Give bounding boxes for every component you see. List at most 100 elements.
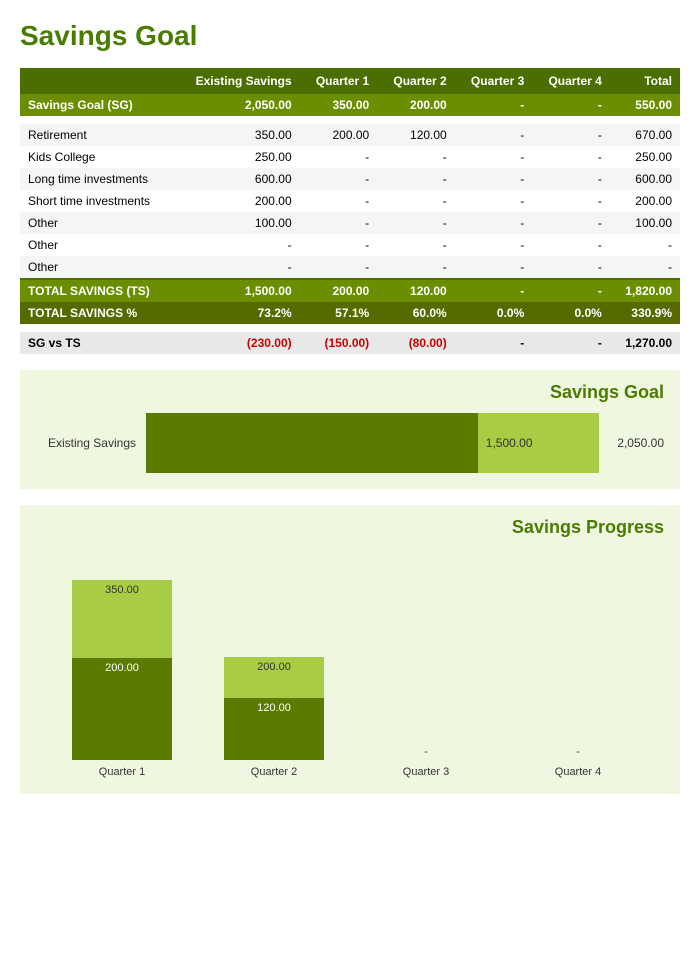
q3-axis-label: Quarter 3 (403, 766, 449, 778)
table-row: Long time investments 600.00 - - - - 600… (20, 168, 680, 190)
row-q3: - (455, 190, 533, 212)
sg-label: Savings Goal (SG) (20, 94, 174, 116)
total-existing: 1,500.00 (174, 280, 299, 302)
row-existing: 600.00 (174, 168, 299, 190)
q2-axis-label: Quarter 2 (251, 766, 297, 778)
col-header-q4: Quarter 4 (532, 68, 610, 94)
q3-bar-container: - (376, 580, 476, 760)
row-total: - (610, 256, 680, 278)
row-q2: - (377, 256, 455, 278)
sg-q2: 200.00 (377, 94, 455, 116)
row-label: Kids College (20, 146, 174, 168)
total-q3: - (455, 280, 533, 302)
row-q4: - (532, 124, 610, 146)
row-q1: - (300, 212, 378, 234)
q1-goal-label: 350.00 (105, 584, 139, 596)
q3-goal-label: - (424, 744, 428, 758)
total-label: TOTAL SAVINGS (TS) (20, 280, 174, 302)
vertical-bar-chart: 350.00 200.00 Quarter 1 200.00 120.00 Qu… (36, 558, 664, 778)
row-q4: - (532, 234, 610, 256)
row-q2: - (377, 190, 455, 212)
sg-vs-ts-row: SG vs TS (230.00) (150.00) (80.00) - - 1… (20, 332, 680, 354)
row-q2: - (377, 234, 455, 256)
sg-q4: - (532, 94, 610, 116)
row-q2: - (377, 168, 455, 190)
savings-goal-chart: Savings Goal Existing Savings 1,500.00 2… (20, 370, 680, 489)
bar-chart-label: Existing Savings (36, 436, 136, 450)
q1-actual-bar: 200.00 (72, 658, 172, 760)
row-q1: - (300, 190, 378, 212)
q2-actual-bar: 120.00 (224, 698, 324, 760)
row-existing: - (174, 234, 299, 256)
q3-dash: - (424, 580, 428, 760)
sgvsts-existing: (230.00) (174, 332, 299, 354)
row-q2: 120.00 (377, 124, 455, 146)
bar-filled (146, 413, 478, 473)
row-q1: - (300, 234, 378, 256)
savings-goal-chart-title: Savings Goal (36, 382, 664, 403)
row-q1: - (300, 146, 378, 168)
row-q2: - (377, 146, 455, 168)
row-label: Other (20, 212, 174, 234)
row-label: Short time investments (20, 190, 174, 212)
row-q1: - (300, 256, 378, 278)
q4-axis-label: Quarter 4 (555, 766, 601, 778)
q4-bar-container: - (528, 580, 628, 760)
q4-dash: - (576, 580, 580, 760)
pct-q1: 57.1% (300, 302, 378, 324)
sgvsts-q4: - (532, 332, 610, 354)
table-row: Other - - - - - - (20, 256, 680, 278)
savings-progress-chart: Savings Progress 350.00 200.00 Quarter 1… (20, 505, 680, 794)
table-row: Other - - - - - - (20, 234, 680, 256)
bar-total-value: 2,050.00 (617, 436, 664, 450)
total-total: 1,820.00 (610, 280, 680, 302)
col-header-category (20, 68, 174, 94)
row-q3: - (455, 234, 533, 256)
table-row: Retirement 350.00 200.00 120.00 - - 670.… (20, 124, 680, 146)
row-q4: - (532, 190, 610, 212)
row-existing: 100.00 (174, 212, 299, 234)
table-header-row: Existing Savings Quarter 1 Quarter 2 Qua… (20, 68, 680, 94)
row-total: 600.00 (610, 168, 680, 190)
savings-progress-title: Savings Progress (36, 517, 664, 538)
row-q4: - (532, 146, 610, 168)
table-row: Short time investments 200.00 - - - - 20… (20, 190, 680, 212)
blank-row (20, 116, 680, 124)
row-q1: 200.00 (300, 124, 378, 146)
row-label: Other (20, 256, 174, 278)
q1-bar-container: 350.00 200.00 (72, 580, 172, 760)
total-q2: 120.00 (377, 280, 455, 302)
col-header-q1: Quarter 1 (300, 68, 378, 94)
row-label: Retirement (20, 124, 174, 146)
row-q3: - (455, 256, 533, 278)
row-q3: - (455, 168, 533, 190)
bar-track: 1,500.00 (146, 413, 599, 473)
savings-table: Existing Savings Quarter 1 Quarter 2 Qua… (20, 68, 680, 354)
col-header-total: Total (610, 68, 680, 94)
row-total: 670.00 (610, 124, 680, 146)
row-total: 100.00 (610, 212, 680, 234)
sgvsts-total: 1,270.00 (610, 332, 680, 354)
row-q4: - (532, 212, 610, 234)
col-header-q2: Quarter 2 (377, 68, 455, 94)
q2-goal-label: 200.00 (257, 661, 291, 673)
pct-q2: 60.0% (377, 302, 455, 324)
total-q4: - (532, 280, 610, 302)
row-existing: - (174, 256, 299, 278)
pct-label: TOTAL SAVINGS % (20, 302, 174, 324)
q1-actual-label: 200.00 (105, 662, 139, 674)
q1-axis-label: Quarter 1 (99, 766, 145, 778)
q4-goal-label: - (576, 744, 580, 758)
q3-bar-group: - Quarter 3 (366, 580, 486, 778)
table-row: Kids College 250.00 - - - - 250.00 (20, 146, 680, 168)
col-header-existing: Existing Savings (174, 68, 299, 94)
row-existing: 200.00 (174, 190, 299, 212)
row-label: Other (20, 234, 174, 256)
row-q3: - (455, 146, 533, 168)
pct-q3: 0.0% (455, 302, 533, 324)
horizontal-bar-chart: Existing Savings 1,500.00 2,050.00 (36, 413, 664, 473)
sg-q1: 350.00 (300, 94, 378, 116)
col-header-q3: Quarter 3 (455, 68, 533, 94)
q4-bar-group: - Quarter 4 (518, 580, 638, 778)
row-total: 200.00 (610, 190, 680, 212)
